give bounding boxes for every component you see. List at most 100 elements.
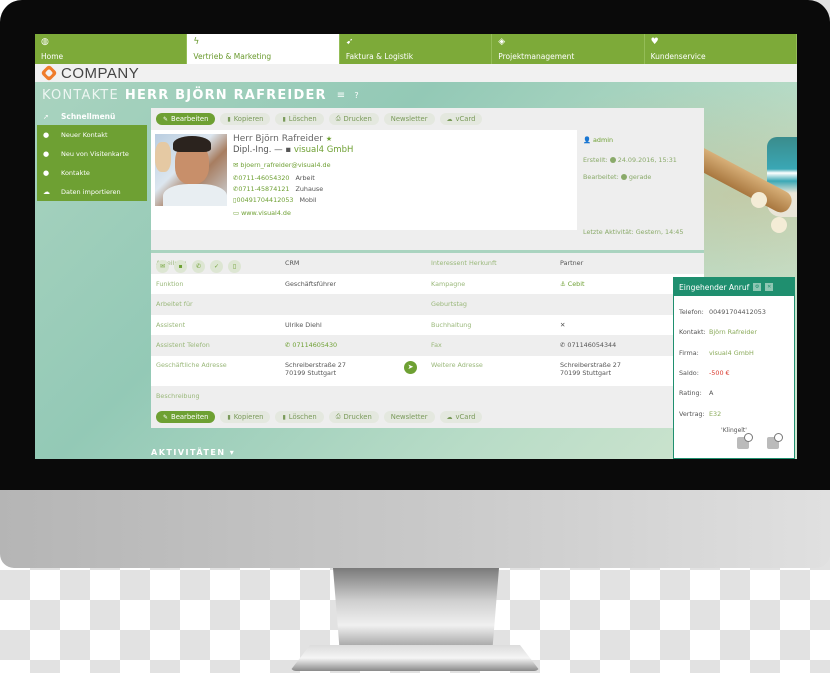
close-icon[interactable]: ✕ [765,283,774,291]
sidebar: ➚ Schnellmenü ● Neuer Kontakt ● Neu von … [37,108,147,201]
call-company-link[interactable]: visual4 GmbH [709,349,754,357]
print-button[interactable]: ⎙ Drucken [328,411,379,423]
button-label: Drucken [343,413,372,421]
table-row: Beschreibung [151,385,704,406]
call-balance: -500 € [709,369,730,378]
trash-icon: ▮ [282,413,286,421]
call-contact-link[interactable]: Björn Rafreider [709,328,757,336]
tab-home[interactable]: ◍ Home [35,34,188,64]
tab-label: Kundenservice [650,52,706,61]
tab-kundenservice[interactable]: ♥ Kundenservice [645,34,797,64]
call-contract-link[interactable]: E32 [709,410,721,418]
email-link[interactable]: ✉ bjoern_rafreider@visual4.de [233,161,331,169]
monitor-chin [0,490,830,568]
phone-link[interactable]: ▯00491704412053 [233,196,293,204]
field-label: Assistent Telefon [156,341,210,350]
pencil-icon: ✎ [163,115,169,123]
button-label: Löschen [288,115,317,123]
tab-label: Home [41,52,64,61]
photo-shirt [163,184,227,206]
field-label: Arbeitet für [156,300,193,309]
tab-label: Vertrieb & Marketing [193,52,272,61]
copy-button[interactable]: ▮ Kopieren [220,113,271,125]
company-name[interactable]: COMPANY [61,65,139,82]
phone-number: 0711-46054320 [238,174,290,182]
website-row: ▭ www.visual4.de [233,209,353,217]
call-label: Firma: [679,348,699,357]
call-row: Saldo: -500 € [679,363,789,383]
call-row: Kontakt: Björn Rafreider [679,322,789,342]
heart-icon: ♥ [650,37,659,47]
owner[interactable]: 👤 admin [583,136,698,144]
vcard-button[interactable]: ☁ vCard [439,411,483,423]
globe-icon: ▭ [233,209,242,217]
contact-title: HERR BJÖRN RAFREIDER [124,88,327,103]
field-label: Geschäftliche Adresse [156,360,227,369]
email-row: ✉ bjoern_rafreider@visual4.de [233,161,353,169]
edit-button[interactable]: ✎ Bearbeiten [156,411,216,423]
copy-button[interactable]: ▮ Kopieren [220,411,271,423]
website-link[interactable]: ▭ www.visual4.de [233,209,291,217]
create-contact-icon[interactable] [737,432,753,449]
button-label: vCard [455,413,476,421]
delete-button[interactable]: ▮ Löschen [275,113,324,125]
tab-vertrieb-marketing[interactable]: ϟ Vertrieb & Marketing [187,34,340,64]
contact-title-row: Dipl.-Ing. — ▪ visual4 GmbH [233,145,353,155]
tab-projektmanagement[interactable]: ◈ Projektmanagement [492,34,645,64]
sidebar-item-label: Daten importieren [61,187,121,196]
delete-button[interactable]: ▮ Löschen [275,411,324,423]
last-activity: Letzte Aktivität: Gestern, 14:45 [583,228,684,236]
contact-photo[interactable] [155,134,227,206]
table-row: Assistent Telefon ✆ 07114605430 Fax ✆ 07… [151,335,704,356]
newsletter-button[interactable]: Newsletter [383,411,435,423]
call-popup-header: Eingehender Anruf ⚙ ✕ [674,278,794,296]
phone-link[interactable]: ✆0711-45874121 [233,185,289,193]
cube-icon: ◈ [498,37,506,47]
sidebar-item-neu-von-visitenkarte[interactable]: ● Neu von Visitenkarte [37,144,147,163]
sidebar-item-daten-importieren[interactable]: ☁ Daten importieren [37,182,147,201]
print-button[interactable]: ⎙ Drucken [328,113,379,125]
contact-details: Herr Björn Rafreider ★ Dipl.-Ing. — ▪ vi… [227,134,353,226]
phone-number: 0711-45874121 [238,185,290,193]
document-action-icon[interactable]: ▯ [228,260,241,273]
field-label: Geburtstag [431,300,467,309]
shortcut-icon: ➚ [43,112,49,121]
email-action-icon[interactable]: ✉ [156,260,169,273]
cloud-download-icon: ☁ [446,413,453,421]
monitor-stand [333,568,499,650]
phone-type: Mobil [299,196,317,204]
screen: ◍ Home ϟ Vertrieb & Marketing ➹ Faktura … [35,34,797,459]
phone-number: 00491704412053 [236,196,294,204]
navigate-icon[interactable]: ➤ [404,360,417,374]
company-logo-icon[interactable] [40,64,58,82]
sidebar-header[interactable]: ➚ Schnellmenü [37,108,147,125]
phone-action-icon[interactable]: ✆ [192,260,205,273]
activities-section-toggle[interactable]: AKTIVITÄTEN ▾ [151,448,235,457]
star-icon[interactable]: ★ [326,135,332,143]
phone-link[interactable]: ✆0711-46054320 [233,174,289,182]
contact-card: Herr Björn Rafreider ★ Dipl.-Ing. — ▪ vi… [151,130,704,273]
tab-label: Faktura & Logistik [345,52,414,61]
tab-faktura-logistik[interactable]: ➹ Faktura & Logistik [340,34,493,64]
company-link[interactable]: visual4 GmbH [294,145,354,155]
vcard-button[interactable]: ☁ vCard [439,113,483,125]
assistant-phone-link[interactable]: ✆ 07114605430 [285,341,426,349]
settings-icon[interactable]: ⚙ [753,283,762,291]
user-icon: ● [43,168,50,177]
table-row: Funktion Geschäftsführer Kampagne ⚓ Cebi… [151,274,704,295]
sidebar-item-kontakte[interactable]: ● Kontakte [37,163,147,182]
help-icon[interactable]: ? [354,91,359,100]
briefcase-action-icon[interactable]: ▪ [174,260,187,273]
newsletter-button[interactable]: Newsletter [383,113,435,125]
top-toolbar: ✎ Bearbeiten ▮ Kopieren ▮ Löschen ⎙ Drucken … [151,108,704,130]
table-row: Arbeitet für Geburtstag [151,294,704,315]
phone-type: Arbeit [295,174,315,182]
check-action-icon[interactable]: ✓ [210,260,223,273]
sidebar-item-neuer-kontakt[interactable]: ● Neuer Kontakt [37,125,147,144]
open-record-icon[interactable] [767,432,783,449]
cloud-upload-icon: ☁ [43,187,50,196]
breadcrumb-section[interactable]: KONTAKTE [42,88,119,103]
edit-button[interactable]: ✎ Bearbeiten [156,113,216,125]
field-value: Ulrike Diehl [285,320,322,329]
menu-icon[interactable]: ≡ [337,90,347,101]
